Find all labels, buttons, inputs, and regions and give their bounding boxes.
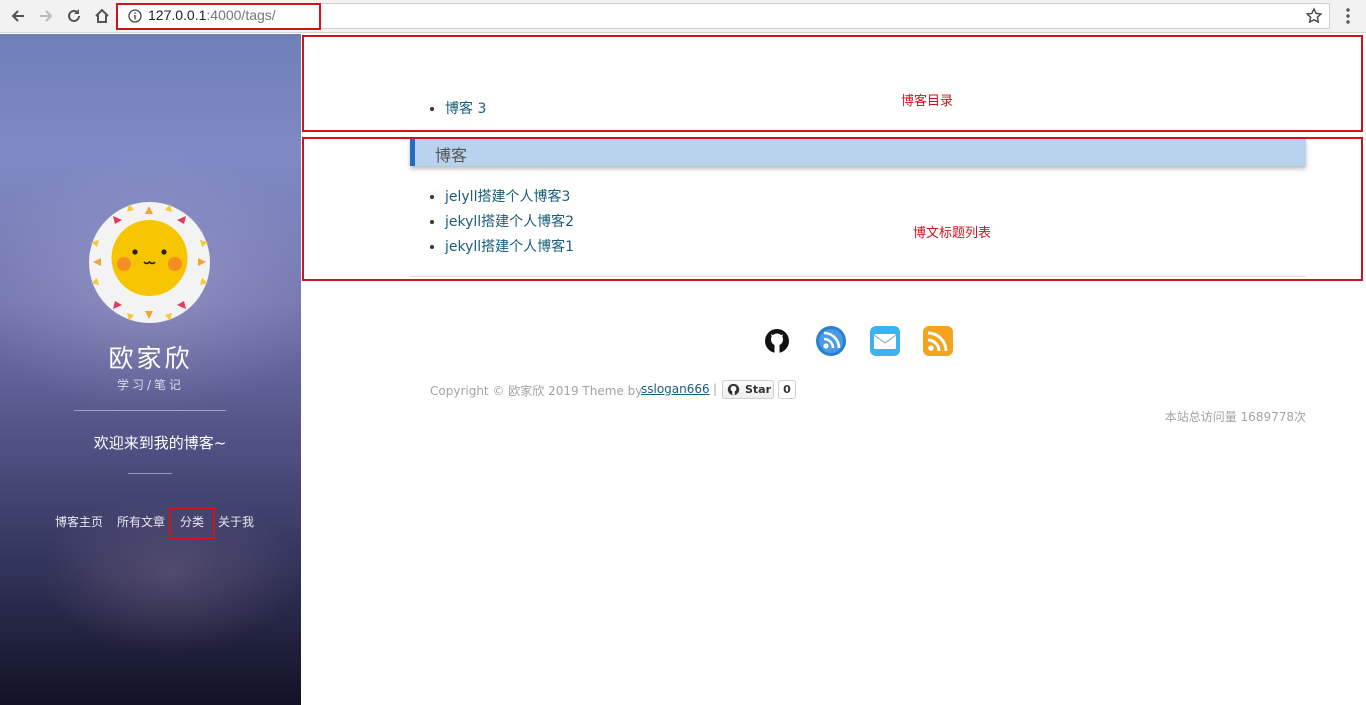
content-divider <box>410 276 1306 277</box>
sidebar-divider-short <box>128 473 172 474</box>
github-icon <box>765 329 789 353</box>
github-link[interactable] <box>761 325 793 357</box>
back-button[interactable] <box>7 5 29 27</box>
mail-icon <box>870 326 900 356</box>
sun-avatar-icon <box>89 202 210 323</box>
weibo-link[interactable] <box>815 325 847 357</box>
url-highlight-box <box>116 3 321 30</box>
star-count[interactable]: 0 <box>778 380 796 399</box>
annotation-label-directory: 博客目录 <box>901 94 954 109</box>
mail-link[interactable] <box>869 325 901 357</box>
reload-button[interactable] <box>63 5 85 27</box>
sidebar: 欧家欣 学习/笔记 欢迎来到我的博客~ 博客主页 所有文章 分类 关于我 <box>0 34 301 705</box>
visit-counter: 本站总访问量 1689778次 <box>1164 410 1306 424</box>
sidebar-nav: 博客主页 所有文章 分类 关于我 <box>0 513 301 533</box>
star-label: Star <box>745 383 772 396</box>
github-star-button[interactable]: Star <box>722 380 774 399</box>
category-header: 博客 <box>410 139 1306 166</box>
footer-separator: | <box>713 382 718 396</box>
list-item: jelyll搭建个人博客3 <box>445 185 574 210</box>
rss-link[interactable] <box>922 325 954 357</box>
nav-all-posts[interactable]: 所有文章 <box>117 513 165 530</box>
theme-author-link[interactable]: sslogan666 <box>641 382 710 396</box>
home-icon <box>95 8 109 23</box>
tag-link[interactable]: 博客 3 <box>445 101 486 117</box>
sidebar-divider <box>74 410 226 411</box>
arrow-left-icon <box>11 10 24 22</box>
rss-icon <box>923 326 953 356</box>
author-name: 欧家欣 <box>108 344 193 373</box>
nav-home[interactable]: 博客主页 <box>55 513 103 530</box>
welcome-text: 欢迎来到我的博客~ <box>93 434 227 452</box>
forward-button[interactable] <box>35 5 57 27</box>
post-link[interactable]: jelyll搭建个人博客3 <box>445 189 570 205</box>
avatar[interactable] <box>89 202 210 323</box>
post-link[interactable]: jekyll搭建个人博客1 <box>445 239 574 255</box>
list-item: jekyll搭建个人博客1 <box>445 235 574 260</box>
reload-icon <box>68 9 80 22</box>
browser-menu-icon[interactable] <box>1340 7 1356 25</box>
list-item: jekyll搭建个人博客2 <box>445 210 574 235</box>
list-item: 博客 3 <box>445 97 486 122</box>
nav-highlight-box <box>169 507 215 539</box>
bookmark-star-icon[interactable] <box>1305 7 1323 25</box>
post-link[interactable]: jekyll搭建个人博客2 <box>445 214 574 230</box>
annotation-label-posts: 博文标题列表 <box>913 226 992 241</box>
tag-list: 博客 3 <box>445 97 486 122</box>
github-octocat-icon <box>727 383 740 396</box>
arrow-right-icon <box>40 10 53 22</box>
author-subtitle: 学习/笔记 <box>116 378 185 392</box>
post-list: jelyll搭建个人博客3 jekyll搭建个人博客2 jekyll搭建个人博客… <box>445 185 574 260</box>
nav-about[interactable]: 关于我 <box>218 513 254 530</box>
category-title: 博客 <box>435 146 468 165</box>
weibo-icon <box>816 326 846 356</box>
home-button[interactable] <box>91 5 113 27</box>
copyright-text: Copyright © 欧家欣 2019 Theme by <box>430 384 643 398</box>
